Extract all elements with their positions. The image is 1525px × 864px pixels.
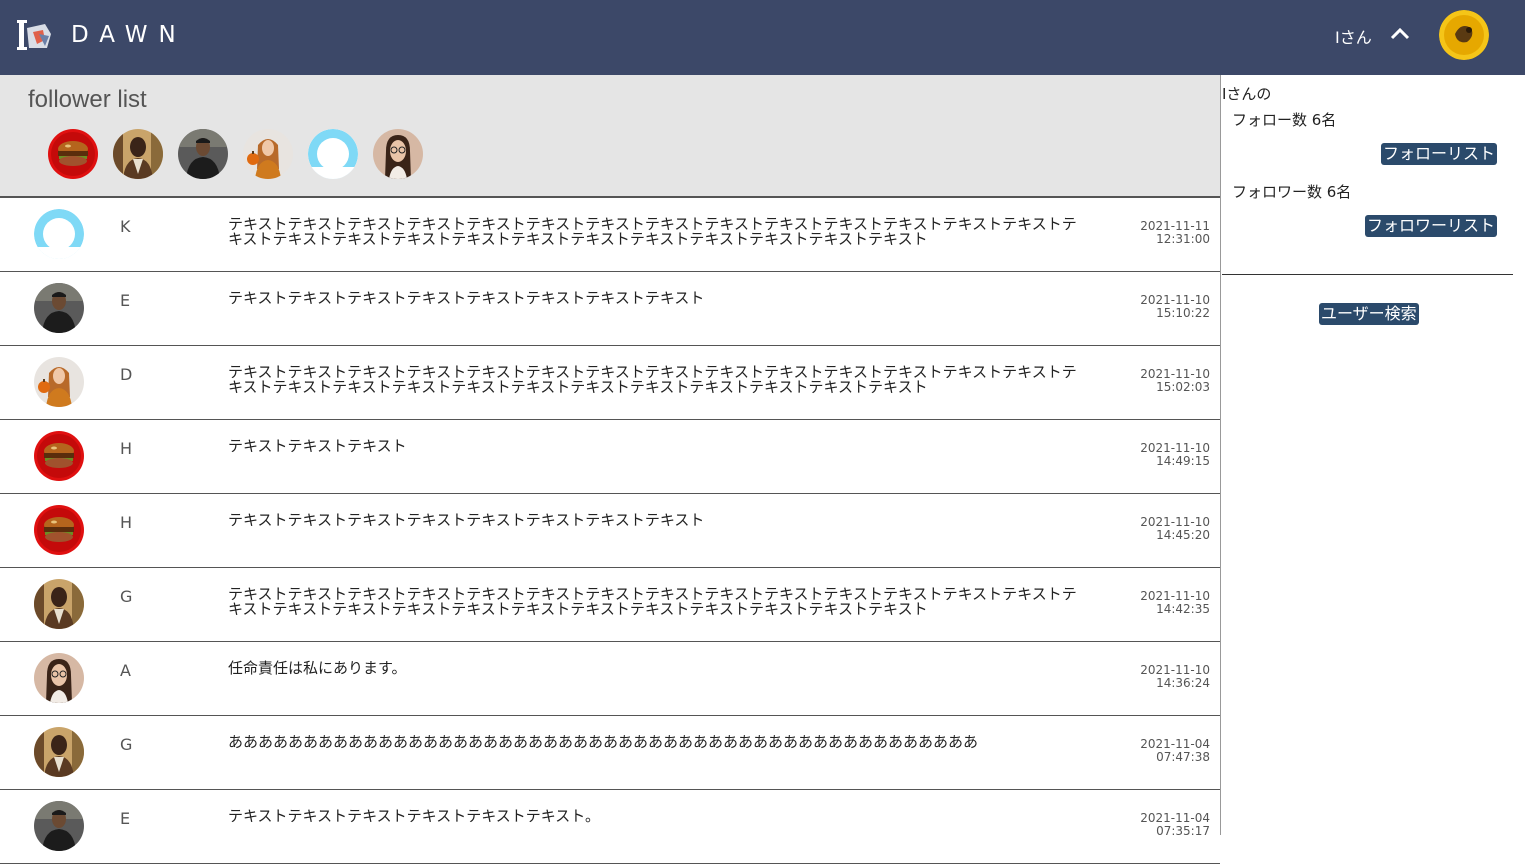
post-text: テキストテキストテキストテキストテキストテキストテキストテキストテキストテキスト… [228,585,1077,618]
post-timestamp: 2021-11-04 07:35:17 [1140,811,1210,838]
brand-name[interactable]: DAWN [71,22,187,48]
follower-avatar-default[interactable] [308,129,358,179]
post-list: K テキストテキストテキストテキストテキストテキストテキストテキストテキストテキ… [0,198,1220,864]
post-username: E [120,809,131,828]
post-item: G テキストテキストテキストテキストテキストテキストテキストテキストテキストテキ… [0,568,1220,642]
post-username: A [120,661,131,680]
post-text: テキストテキストテキストテキストテキストテキスト。 [228,807,601,825]
sidebar-divider [1222,274,1513,275]
right-sidebar: Iさんの フォロー数 6名 フォローリスト フォロワー数 6名 フォロワーリスト… [1220,75,1525,835]
post-username: D [120,365,133,384]
follower-avatar-woman-pumpkin[interactable] [243,129,293,179]
follow-count: フォロー数 6名 [1232,111,1337,129]
post-timestamp: 2021-11-10 15:10:22 [1140,293,1210,320]
chevron-up-icon[interactable] [1390,26,1410,40]
follower-list-panel: follower list [0,75,1220,198]
post-username: G [120,735,133,754]
post-text: 任命責任は私にあります。 [228,659,407,677]
post-avatar[interactable] [34,801,84,851]
post-timestamp: 2021-11-10 14:42:35 [1140,589,1210,616]
post-avatar[interactable] [34,505,84,555]
post-username: G [120,587,133,606]
header-user-name[interactable]: Iさん [1335,24,1372,48]
post-username: H [120,513,133,532]
post-item: G ああああああああああああああああああああああああああああああああああああああ… [0,716,1220,790]
post-item: E テキストテキストテキストテキストテキストテキスト。 2021-11-04 07… [0,790,1220,864]
post-avatar[interactable] [34,727,84,777]
follow-list-button[interactable]: フォローリスト [1380,143,1497,165]
follower-avatar-burger[interactable] [48,129,98,179]
follower-avatar-man-brown-jacket[interactable] [113,129,163,179]
post-avatar[interactable] [34,209,84,259]
post-text: テキストテキストテキストテキストテキストテキストテキストテキスト [228,289,705,307]
post-item: H テキストテキストテキストテキストテキストテキストテキストテキスト 2021-… [0,494,1220,568]
post-item: D テキストテキストテキストテキストテキストテキストテキストテキストテキストテキ… [0,346,1220,420]
post-timestamp: 2021-11-10 14:49:15 [1140,441,1210,468]
post-item: E テキストテキストテキストテキストテキストテキストテキストテキスト 2021-… [0,272,1220,346]
post-item: A 任命責任は私にあります。 2021-11-10 14:36:24 [0,642,1220,716]
follower-avatar-woman-glasses[interactable] [373,129,423,179]
post-timestamp: 2021-11-04 07:47:38 [1140,737,1210,764]
post-text: ああああああああああああああああああああああああああああああああああああああああ… [228,733,979,751]
post-avatar[interactable] [34,283,84,333]
top-header: DAWN Iさん [0,0,1525,75]
post-avatar[interactable] [34,653,84,703]
follower-list-button[interactable]: フォロワーリスト [1364,215,1497,237]
follower-avatar-man-black-shirt[interactable] [178,129,228,179]
post-username: H [120,439,133,458]
dawn-logo-icon[interactable] [17,18,55,52]
user-search-button[interactable]: ユーザー検索 [1319,303,1419,325]
post-avatar[interactable] [34,357,84,407]
post-text: テキストテキストテキストテキストテキストテキストテキストテキストテキストテキスト… [228,363,1077,396]
post-timestamp: 2021-11-10 15:02:03 [1140,367,1210,394]
sidebar-owner-label: Iさんの [1222,85,1272,103]
post-timestamp: 2021-11-10 14:36:24 [1140,663,1210,690]
post-username: E [120,291,131,310]
post-timestamp: 2021-11-10 14:45:20 [1140,515,1210,542]
follower-list-title: follower list [28,86,147,113]
post-item: H テキストテキストテキスト 2021-11-10 14:49:15 [0,420,1220,494]
follower-avatar-row [48,129,423,179]
user-avatar[interactable] [1439,10,1489,60]
post-timestamp: 2021-11-11 12:31:00 [1140,219,1210,246]
post-item: K テキストテキストテキストテキストテキストテキストテキストテキストテキストテキ… [0,198,1220,272]
post-text: テキストテキストテキストテキストテキストテキストテキストテキスト [228,511,705,529]
post-avatar[interactable] [34,431,84,481]
post-text: テキストテキストテキスト [228,437,407,455]
follower-count: フォロワー数 6名 [1232,183,1352,201]
post-text: テキストテキストテキストテキストテキストテキストテキストテキストテキストテキスト… [228,215,1077,248]
post-username: K [120,217,131,236]
post-avatar[interactable] [34,579,84,629]
